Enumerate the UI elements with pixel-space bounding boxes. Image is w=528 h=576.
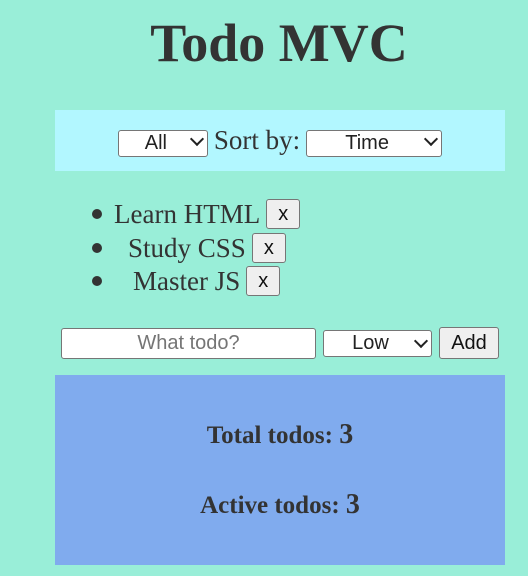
- total-todos-count: 3: [339, 419, 354, 450]
- add-button[interactable]: Add: [439, 327, 499, 359]
- priority-select-value: Low: [352, 331, 389, 354]
- active-todos-label: Active todos:: [200, 492, 340, 519]
- sort-select-wrap[interactable]: Time: [306, 125, 443, 157]
- active-todos: Active todos: 3: [55, 489, 505, 521]
- todo-text: Master JS: [133, 265, 241, 296]
- remove-todo-button[interactable]: x: [246, 266, 281, 296]
- todo-text: Learn HTML: [114, 198, 261, 229]
- add-todo-form: Low Add: [61, 327, 499, 359]
- page-title: Todo MVC: [150, 13, 408, 73]
- sort-select[interactable]: Time: [306, 129, 443, 157]
- todo-item: Learn HTML x: [92, 197, 422, 231]
- priority-select[interactable]: Low: [323, 329, 432, 357]
- todo-item: Study CSS x: [92, 231, 422, 265]
- sort-label: Sort by:: [213, 125, 301, 155]
- filter-select[interactable]: All: [117, 129, 208, 157]
- filter-bar: All Sort by: Time: [55, 110, 505, 171]
- filter-select-wrap[interactable]: All: [117, 125, 208, 157]
- total-todos: Total todos: 3: [55, 419, 505, 451]
- todo-input[interactable]: [61, 327, 316, 359]
- stats-panel: Total todos: 3 Active todos: 3: [55, 375, 505, 565]
- total-todos-label: Total todos:: [206, 422, 333, 449]
- active-todos-count: 3: [345, 489, 360, 520]
- todo-text: Study CSS: [128, 232, 246, 263]
- bullet-icon: [92, 276, 102, 286]
- remove-todo-button[interactable]: x: [251, 233, 286, 263]
- sort-select-value: Time: [345, 131, 389, 154]
- bullet-icon: [92, 243, 102, 253]
- todo-item: Master JS x: [92, 264, 422, 298]
- bullet-icon: [92, 209, 102, 219]
- priority-select-wrap[interactable]: Low: [323, 329, 432, 357]
- filter-select-value: All: [144, 131, 167, 154]
- remove-todo-button[interactable]: x: [266, 199, 301, 229]
